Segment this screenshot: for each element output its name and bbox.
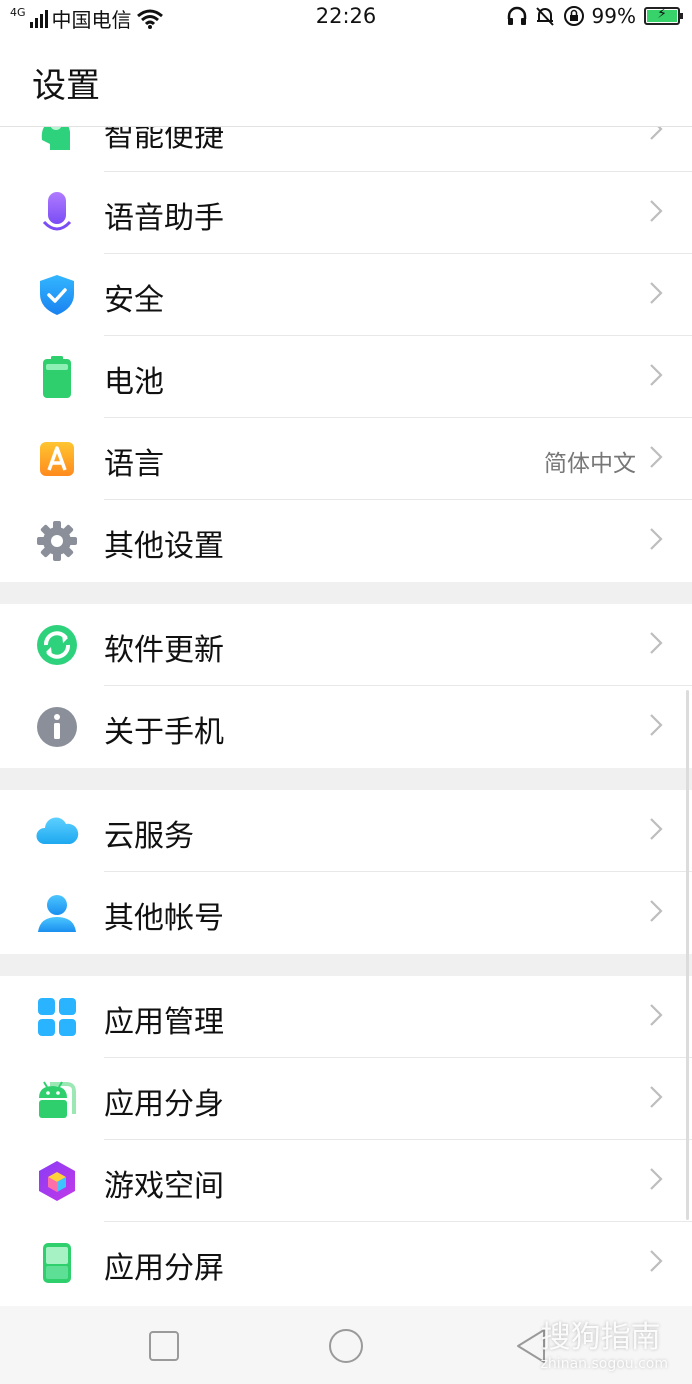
shield-icon [40,275,74,315]
account-icon [38,895,76,932]
chevron-right-icon [650,632,663,654]
settings-item-value: 简体中文 [544,451,636,477]
settings-item-label: 其他帐号 [104,901,224,936]
section-gap [0,954,692,976]
settings-item-label: 电池 [104,365,164,400]
rotation-lock-icon [563,6,584,26]
settings-item-label: 应用分屏 [104,1251,224,1286]
settings-item-label: 关于手机 [104,715,224,750]
gear-icon [37,521,77,561]
settings-item-battery[interactable]: 电池 [0,336,692,418]
watermark-text: 搜狗指南 [540,1320,661,1355]
update-icon [37,625,77,665]
split-screen-icon [43,1243,71,1283]
home-button[interactable] [326,1326,366,1366]
chevron-right-icon [650,446,663,468]
chevron-right-icon [650,900,663,922]
mute-bell-icon [535,7,554,26]
battery-percent: 99% [591,4,636,28]
chevron-right-icon [650,200,663,222]
settings-item-app-clone[interactable]: 应用分身 [0,1058,692,1140]
chevron-right-icon [650,1168,663,1190]
status-bar: 4G 中国电信 22:26 99% ⚡ [0,0,692,36]
settings-item-app-management[interactable]: 应用管理 [0,976,692,1058]
info-icon [37,707,77,747]
page-title: 设置 [32,66,100,106]
settings-item-software-update[interactable]: 软件更新 [0,604,692,686]
charging-bolt-icon: ⚡ [657,6,667,22]
settings-item-label: 语音助手 [104,201,224,236]
settings-item-about-phone[interactable]: 关于手机 [0,686,692,768]
headphones-icon [507,6,526,25]
game-cube-icon [39,1161,75,1201]
android-clone-icon [39,1081,76,1118]
settings-item-cloud-service[interactable]: 云服务 [0,790,692,872]
settings-item-language[interactable]: 语言 简体中文 [0,418,692,500]
navigation-bar: 搜狗指南 zhinan.sogou.com [0,1306,692,1384]
scrollbar[interactable] [686,690,689,1220]
section-gap [0,582,692,604]
settings-item-game-space[interactable]: 游戏空间 [0,1140,692,1222]
recent-apps-button[interactable] [144,1326,184,1366]
cloud-icon [36,817,79,844]
settings-item-label: 安全 [104,283,164,318]
chevron-right-icon [650,818,663,840]
settings-item-label: 其他设置 [104,529,224,564]
settings-item-label: 语言 [104,447,164,482]
chevron-right-icon [650,1086,663,1108]
settings-item-split-screen[interactable]: 应用分屏 [0,1222,692,1304]
settings-item-security[interactable]: 安全 [0,254,692,336]
settings-list[interactable]: 智能便捷 语音助手 安全 电池 语言 简体中文 其他设置 软件更新 关于手机 云… [0,90,692,1304]
settings-item-label: 游戏空间 [104,1169,224,1204]
status-right: 99% ⚡ [506,4,683,28]
chevron-right-icon [650,1004,663,1026]
chevron-right-icon [650,364,663,386]
battery-icon [43,356,71,398]
watermark-url: zhinan.sogou.com [540,1356,668,1372]
language-icon [40,442,74,476]
settings-item-label: 云服务 [104,819,194,854]
battery-charging-icon: ⚡ [644,6,683,25]
settings-item-label: 应用分身 [104,1087,224,1122]
chevron-right-icon [650,714,663,736]
chevron-right-icon [650,528,663,550]
section-gap [0,768,692,790]
settings-item-other-accounts[interactable]: 其他帐号 [0,872,692,954]
chevron-right-icon [650,282,663,304]
watermark: 搜狗指南 zhinan.sogou.com [541,1312,668,1372]
settings-item-other-settings[interactable]: 其他设置 [0,500,692,582]
settings-item-voice-assistant[interactable]: 语音助手 [0,172,692,254]
settings-item-label: 应用管理 [104,1005,224,1040]
microphone-icon [42,192,72,231]
settings-header: 设置 [0,36,692,127]
chevron-right-icon [650,1250,663,1272]
settings-item-label: 软件更新 [104,633,224,668]
app-grid-icon [38,998,76,1036]
